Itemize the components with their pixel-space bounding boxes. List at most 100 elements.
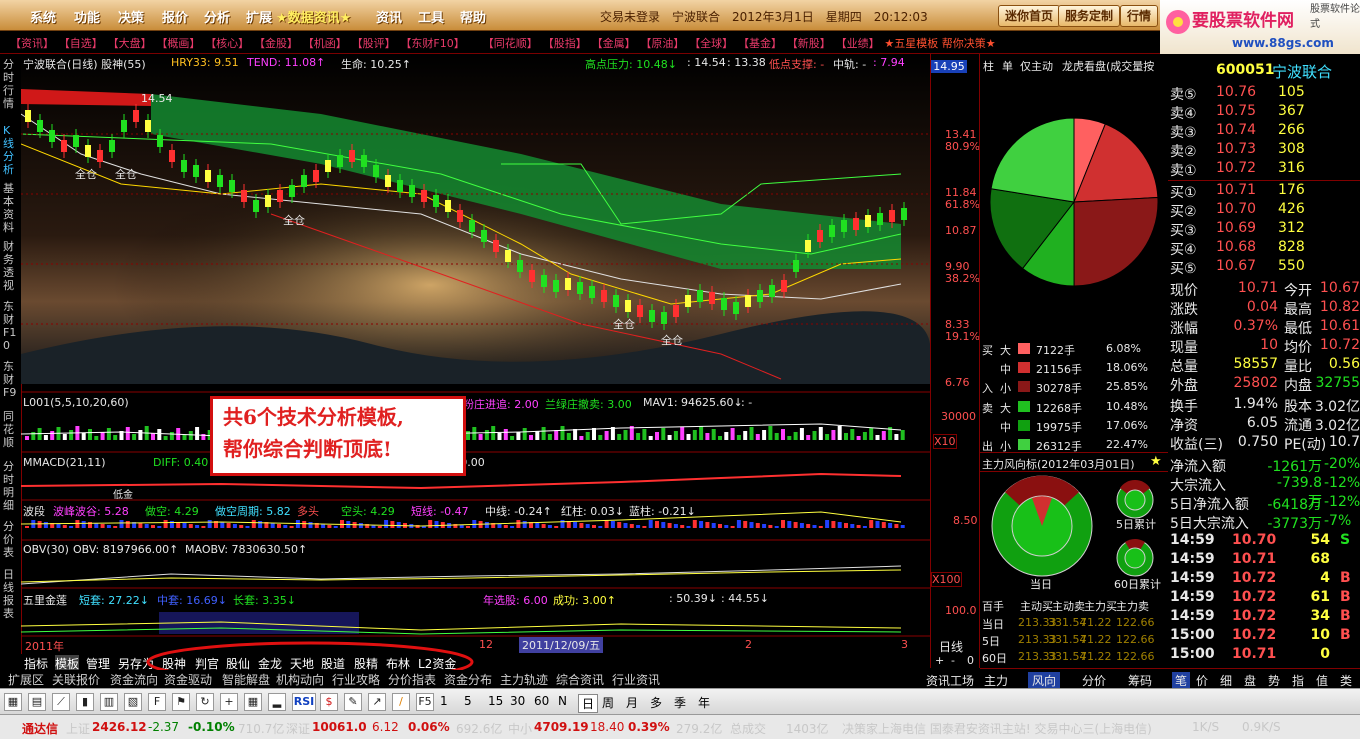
mid-tab-bar[interactable]: 柱: [983, 58, 994, 74]
period-button[interactable]: 月: [626, 694, 638, 711]
menu-system[interactable]: 系统: [30, 7, 56, 26]
extension-tab[interactable]: 行业资讯: [612, 671, 660, 688]
link-item[interactable]: 【原油】: [640, 35, 684, 51]
sidebar-tab-basic[interactable]: 基本资料: [3, 182, 17, 234]
link-item[interactable]: 【金属】: [592, 35, 636, 51]
extension-tab[interactable]: 关联报价: [52, 671, 100, 688]
mid-bottom-tab[interactable]: 资讯工场: [926, 672, 974, 689]
grid-icon[interactable]: ▦: [4, 693, 22, 711]
sidebar-tab-detail[interactable]: 分时明细: [3, 460, 17, 512]
link-item[interactable]: 【股指】: [543, 35, 587, 51]
period-button[interactable]: 季: [674, 694, 686, 711]
mid-bottom-tab[interactable]: 风向: [1028, 672, 1061, 689]
sidebar-tab-f10[interactable]: 东财F10: [3, 300, 17, 352]
period-button[interactable]: 5: [464, 694, 472, 708]
period-button[interactable]: 周: [602, 694, 614, 711]
arrow-icon[interactable]: ↗: [368, 693, 386, 711]
link-item[interactable]: 【业绩】: [836, 35, 880, 51]
link-item[interactable]: ★五星模板 帮你决策★: [884, 35, 995, 51]
sidebar-tab-f9[interactable]: 东财F9: [3, 360, 17, 399]
link-item[interactable]: 【机函】: [303, 35, 347, 51]
extension-tab[interactable]: 综合资讯: [556, 671, 604, 688]
zoom-minus[interactable]: -: [951, 654, 955, 667]
zoom-zero[interactable]: 0: [967, 654, 974, 667]
period-button[interactable]: 1: [440, 694, 448, 708]
extension-tab[interactable]: 资金驱动: [164, 671, 212, 688]
refresh-icon[interactable]: ↻: [196, 693, 214, 711]
period-button[interactable]: 30: [510, 694, 525, 708]
link-item[interactable]: 【东财F10】: [400, 35, 464, 51]
bar-chart-icon[interactable]: ▂: [268, 693, 286, 711]
sidebar-tab-kline[interactable]: K线分析: [3, 124, 17, 176]
mini-home-button[interactable]: 迷你首页: [998, 5, 1061, 27]
period-button[interactable]: 日: [578, 694, 599, 713]
link-item[interactable]: 【大盘】: [108, 35, 152, 51]
mid-tab-active[interactable]: 仅主动: [1020, 58, 1053, 74]
menu-news[interactable]: 资讯: [376, 7, 402, 26]
zoom-plus[interactable]: +: [935, 654, 944, 667]
link-item[interactable]: 【全球】: [689, 35, 733, 51]
period-button[interactable]: 多: [650, 694, 662, 711]
line-chart-icon[interactable]: ⟋: [52, 693, 70, 711]
extension-tab[interactable]: 分价指表: [388, 671, 436, 688]
quote-bottom-tab[interactable]: 盘: [1244, 672, 1256, 689]
rsi-icon[interactable]: RSI: [292, 693, 316, 711]
quote-bottom-tab[interactable]: 细: [1220, 672, 1232, 689]
flag-icon[interactable]: ⚑: [172, 693, 190, 711]
period-button[interactable]: 年: [698, 694, 710, 711]
calc-icon[interactable]: ▦: [244, 693, 262, 711]
quote-bottom-tab[interactable]: 值: [1316, 672, 1328, 689]
star-icon[interactable]: ★: [1150, 454, 1162, 469]
menu-data-news[interactable]: ★数据资讯★: [276, 7, 351, 26]
period-button[interactable]: N: [558, 694, 567, 708]
mid-bottom-tab[interactable]: 筹码: [1128, 672, 1152, 689]
sidebar-tab-daily-report[interactable]: 日线报表: [3, 568, 17, 620]
menu-quote[interactable]: 报价: [162, 7, 188, 26]
extension-tab[interactable]: 资金分布: [444, 671, 492, 688]
menu-help[interactable]: 帮助: [460, 7, 486, 26]
chart-icon[interactable]: ▧: [124, 693, 142, 711]
news-ticker[interactable]: 决策家上海电信 国泰君安资讯主站! 交易中心三(上海电信): [842, 720, 1152, 737]
link-item[interactable]: 【股评】: [352, 35, 396, 51]
quote-bottom-tab[interactable]: 类: [1340, 672, 1352, 689]
table-icon[interactable]: ▥: [100, 693, 118, 711]
add-icon[interactable]: +: [220, 693, 238, 711]
extension-tab[interactable]: 扩展区: [8, 671, 44, 688]
link-item[interactable]: 【资讯】: [10, 35, 54, 51]
sidebar-tab-intraday[interactable]: 分时行情: [3, 58, 17, 110]
service-button[interactable]: 服务定制: [1058, 5, 1121, 27]
link-item[interactable]: 【基金】: [738, 35, 782, 51]
link-item[interactable]: 【同花顺】: [483, 35, 538, 51]
menu-function[interactable]: 功能: [74, 7, 100, 26]
logo-url[interactable]: www.88gs.com: [1232, 36, 1334, 50]
menu-decision[interactable]: 决策: [118, 7, 144, 26]
extension-tab[interactable]: 机构动向: [276, 671, 324, 688]
quote-button[interactable]: 行情: [1120, 5, 1159, 27]
menu-tools[interactable]: 工具: [418, 7, 444, 26]
sidebar-tab-finance[interactable]: 财务透视: [3, 240, 17, 292]
quote-bottom-tab[interactable]: 指: [1292, 672, 1304, 689]
mid-bottom-tab[interactable]: 分价: [1082, 672, 1106, 689]
sidebar-tab-ths[interactable]: 同花顺: [3, 410, 17, 449]
extension-tab[interactable]: 主力轨迹: [500, 671, 548, 688]
mid-tab-lhb[interactable]: 龙虎看盘(成交量按: [1062, 58, 1166, 74]
link-item[interactable]: 【自选】: [59, 35, 103, 51]
menu-extend[interactable]: 扩展: [246, 7, 272, 26]
quote-bottom-tab[interactable]: 价: [1196, 672, 1208, 689]
dollar-icon[interactable]: $: [320, 693, 338, 711]
quote-bottom-tab[interactable]: 笔: [1172, 672, 1191, 689]
extension-tab[interactable]: 智能解盘: [222, 671, 270, 688]
period-button[interactable]: F5: [416, 693, 434, 711]
extension-tab[interactable]: 资金流向: [110, 671, 158, 688]
period-button[interactable]: 60: [534, 694, 549, 708]
link-item[interactable]: 【金股】: [254, 35, 298, 51]
draw-icon[interactable]: /: [392, 693, 410, 711]
period-label[interactable]: 日线: [939, 638, 963, 655]
f10-icon[interactable]: F: [148, 693, 166, 711]
extension-tab[interactable]: 行业攻略: [332, 671, 380, 688]
kline-icon[interactable]: ▮: [76, 693, 94, 711]
layout-icon[interactable]: ▤: [28, 693, 46, 711]
menu-analysis[interactable]: 分析: [204, 7, 230, 26]
pencil-icon[interactable]: ✎: [344, 693, 362, 711]
sidebar-tab-price-table[interactable]: 分价表: [3, 520, 17, 559]
